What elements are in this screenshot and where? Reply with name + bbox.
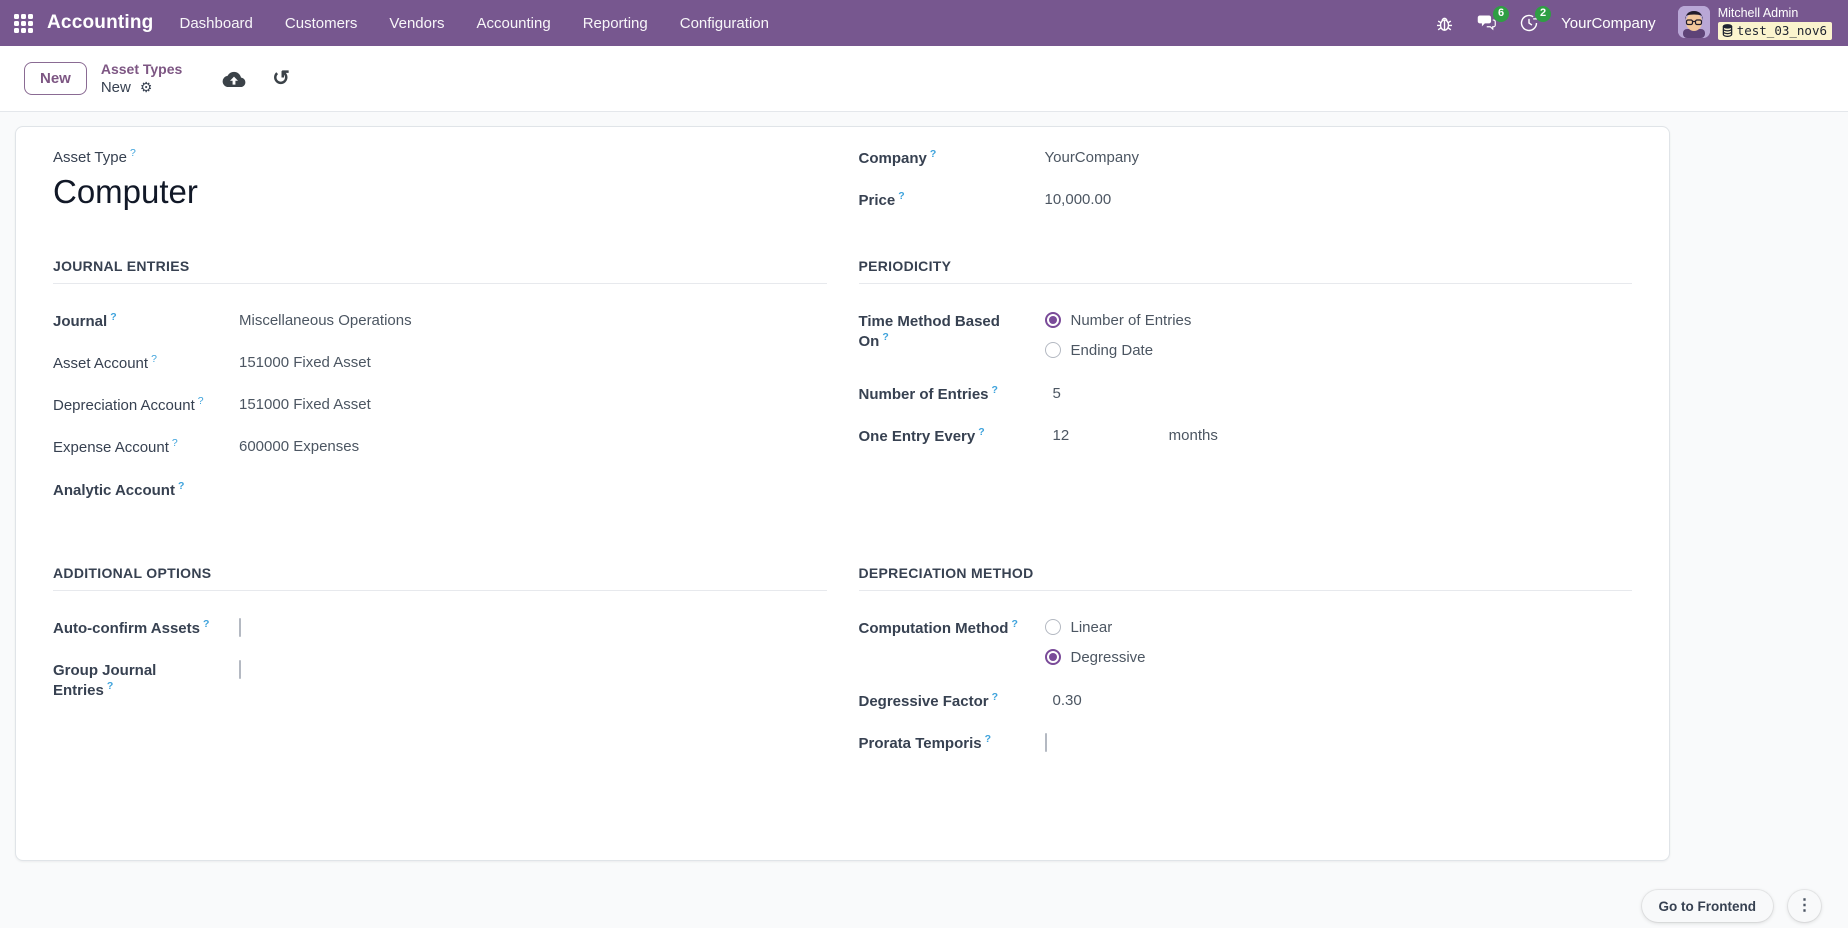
- journal-label: Journal?: [53, 312, 215, 332]
- help-icon: ?: [130, 147, 136, 159]
- breadcrumb-asset-types[interactable]: Asset Types: [101, 61, 182, 78]
- asset-type-input[interactable]: Computer: [53, 174, 827, 210]
- group-journal-entries-checkbox[interactable]: [239, 660, 241, 679]
- database-icon: [1722, 24, 1733, 37]
- main-menu: Dashboard Customers Vendors Accounting R…: [180, 11, 769, 36]
- journal-entries-title: JOURNAL ENTRIES: [53, 258, 827, 284]
- auto-confirm-assets-label: Auto-confirm Assets?: [53, 619, 215, 639]
- periodicity-section: PERIODICITY Time Method Based On? Number…: [859, 258, 1633, 523]
- menu-customers[interactable]: Customers: [285, 11, 358, 36]
- help-icon: ?: [1011, 618, 1017, 630]
- analytic-account-label: Analytic Account?: [53, 481, 184, 501]
- help-icon: ?: [203, 618, 209, 630]
- menu-dashboard[interactable]: Dashboard: [180, 11, 253, 36]
- debug-bug-icon[interactable]: [1435, 14, 1454, 33]
- degressive-factor-input[interactable]: 0.30: [1045, 692, 1165, 709]
- discard-icon[interactable]: ↺: [272, 68, 290, 89]
- gear-icon[interactable]: ⚙: [140, 80, 153, 94]
- expense-account-label: Expense Account?: [53, 438, 215, 458]
- computation-method-label: Computation Method?: [859, 619, 1021, 639]
- one-entry-every-unit: months: [1169, 427, 1218, 444]
- menu-configuration[interactable]: Configuration: [680, 11, 769, 36]
- auto-confirm-assets-checkbox[interactable]: [239, 618, 241, 637]
- number-of-entries-label: Number of Entries?: [859, 385, 1021, 405]
- control-panel: New Asset Types New ⚙ ↺: [0, 46, 1848, 112]
- user-name: Mitchell Admin: [1718, 7, 1832, 21]
- new-button[interactable]: New: [24, 62, 87, 95]
- asset-account-field[interactable]: 151000 Fixed Asset: [239, 354, 371, 371]
- degressive-factor-label: Degressive Factor?: [859, 692, 1021, 712]
- radio-number-of-entries[interactable]: Number of Entries: [1045, 312, 1192, 329]
- company-price-block: Company? YourCompany Price? 10,000.00: [859, 149, 1633, 212]
- depreciation-method-section: DEPRECIATION METHOD Computation Method? …: [859, 565, 1633, 777]
- kebab-icon: ⋮: [1797, 898, 1813, 914]
- app-title: Accounting: [47, 12, 154, 34]
- help-icon: ?: [882, 331, 888, 343]
- help-icon: ?: [172, 437, 178, 449]
- radio-button-icon[interactable]: [1045, 312, 1061, 328]
- number-of-entries-input[interactable]: 5: [1045, 385, 1165, 402]
- one-entry-every-label: One Entry Every?: [859, 427, 1021, 447]
- help-icon: ?: [978, 426, 984, 438]
- depreciation-method-title: DEPRECIATION METHOD: [859, 565, 1633, 591]
- price-label: Price?: [859, 191, 1021, 211]
- apps-grid-icon[interactable]: [14, 14, 33, 33]
- asset-type-label: Asset Type?: [53, 149, 827, 166]
- prorata-temporis-label: Prorata Temporis?: [859, 734, 1021, 754]
- journal-entries-section: JOURNAL ENTRIES Journal? Miscellaneous O…: [53, 258, 827, 523]
- one-entry-every-input[interactable]: 12: [1045, 427, 1165, 444]
- help-icon: ?: [107, 680, 113, 692]
- help-icon: ?: [151, 353, 157, 365]
- radio-button-icon[interactable]: [1045, 619, 1061, 635]
- help-icon: ?: [110, 311, 116, 323]
- additional-options-section: ADDITIONAL OPTIONS Auto-confirm Assets? …: [53, 565, 827, 777]
- company-switcher[interactable]: YourCompany: [1561, 15, 1656, 32]
- activities-clock-icon[interactable]: 2: [1519, 13, 1539, 33]
- time-method-label: Time Method Based On?: [859, 312, 1021, 353]
- form-sheet: Asset Type? Computer Company? YourCompan…: [15, 126, 1670, 861]
- help-icon: ?: [930, 148, 936, 160]
- breadcrumb: Asset Types New ⚙: [101, 61, 182, 96]
- help-icon: ?: [992, 384, 998, 396]
- depreciation-account-label: Depreciation Account?: [53, 396, 215, 416]
- company-field[interactable]: YourCompany: [1045, 149, 1140, 166]
- help-icon: ?: [898, 190, 904, 202]
- avatar[interactable]: [1678, 6, 1710, 38]
- title-block: Asset Type? Computer: [53, 149, 827, 212]
- help-icon: ?: [198, 395, 204, 407]
- form-view: Asset Type? Computer Company? YourCompan…: [0, 112, 1848, 928]
- frontend-kebab-button[interactable]: ⋮: [1788, 890, 1821, 922]
- topbar: Accounting Dashboard Customers Vendors A…: [0, 0, 1848, 46]
- asset-account-label: Asset Account?: [53, 354, 215, 374]
- journal-field[interactable]: Miscellaneous Operations: [239, 312, 412, 329]
- database-name: test_03_nov6: [1737, 23, 1827, 38]
- radio-ending-date[interactable]: Ending Date: [1045, 342, 1192, 359]
- menu-vendors[interactable]: Vendors: [389, 11, 444, 36]
- radio-button-icon[interactable]: [1045, 649, 1061, 665]
- database-badge[interactable]: test_03_nov6: [1718, 22, 1832, 40]
- menu-accounting[interactable]: Accounting: [476, 11, 550, 36]
- help-icon: ?: [992, 691, 998, 703]
- messages-icon[interactable]: 6: [1476, 13, 1497, 33]
- messages-badge: 6: [1493, 6, 1509, 22]
- company-label: Company?: [859, 149, 1021, 169]
- breadcrumb-current: New: [101, 79, 131, 96]
- activities-badge: 2: [1535, 6, 1551, 22]
- additional-options-title: ADDITIONAL OPTIONS: [53, 565, 827, 591]
- depreciation-account-field[interactable]: 151000 Fixed Asset: [239, 396, 371, 413]
- help-icon: ?: [985, 733, 991, 745]
- help-icon: ?: [178, 480, 184, 492]
- expense-account-field[interactable]: 600000 Expenses: [239, 438, 359, 455]
- radio-degressive[interactable]: Degressive: [1045, 649, 1146, 666]
- price-field[interactable]: 10,000.00: [1045, 191, 1112, 208]
- radio-button-icon[interactable]: [1045, 342, 1061, 358]
- prorata-temporis-checkbox[interactable]: [1045, 733, 1047, 752]
- menu-reporting[interactable]: Reporting: [583, 11, 648, 36]
- periodicity-title: PERIODICITY: [859, 258, 1633, 284]
- user-menu[interactable]: Mitchell Admin test_03_nov6: [1678, 6, 1832, 40]
- group-journal-entries-label: Group Journal Entries?: [53, 661, 215, 702]
- radio-linear[interactable]: Linear: [1045, 619, 1146, 636]
- go-to-frontend-button[interactable]: Go to Frontend: [1642, 890, 1773, 922]
- save-cloud-icon[interactable]: [222, 70, 246, 88]
